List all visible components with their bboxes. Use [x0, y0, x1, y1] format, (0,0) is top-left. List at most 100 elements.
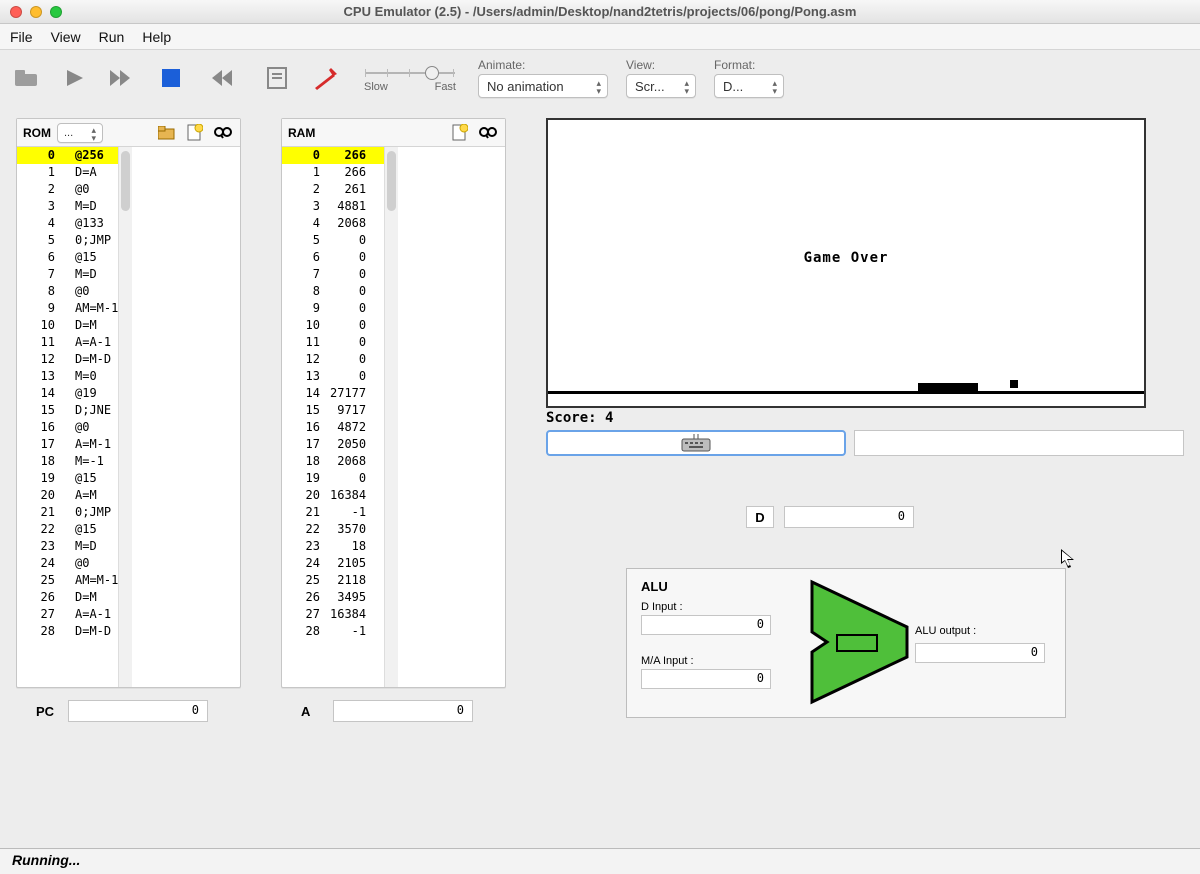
- alu-dinput-field[interactable]: 0: [641, 615, 771, 635]
- ram-row[interactable]: 80: [282, 283, 384, 300]
- rom-row[interactable]: 18M=-1: [17, 453, 118, 470]
- menu-help[interactable]: Help: [142, 29, 171, 45]
- rom-row[interactable]: 23M=D: [17, 538, 118, 555]
- ram-row[interactable]: 120: [282, 351, 384, 368]
- ram-new-file-icon[interactable]: [449, 122, 471, 144]
- alu-icon: [807, 577, 917, 707]
- ram-row[interactable]: 252118: [282, 572, 384, 589]
- ram-row[interactable]: 2318: [282, 538, 384, 555]
- ram-row[interactable]: 60: [282, 249, 384, 266]
- alu-output-label: ALU output :: [915, 625, 976, 637]
- rom-row[interactable]: 15D;JNE: [17, 402, 118, 419]
- ram-row[interactable]: 263495: [282, 589, 384, 606]
- format-value: D...: [723, 79, 743, 94]
- rom-row[interactable]: 17A=M-1: [17, 436, 118, 453]
- rom-row[interactable]: 4@133: [17, 215, 118, 232]
- rom-row[interactable]: 10D=M: [17, 317, 118, 334]
- rom-row[interactable]: 19@15: [17, 470, 118, 487]
- script-button[interactable]: [258, 58, 296, 98]
- format-label: Format:: [714, 58, 784, 72]
- stop-button[interactable]: [152, 58, 190, 98]
- menu-run[interactable]: Run: [99, 29, 125, 45]
- ram-row[interactable]: 70: [282, 266, 384, 283]
- rom-scrollbar[interactable]: [118, 147, 132, 687]
- breakpoint-button[interactable]: [306, 58, 344, 98]
- ram-row[interactable]: 90: [282, 300, 384, 317]
- ram-row[interactable]: 21-1: [282, 504, 384, 521]
- rom-row[interactable]: 20A=M: [17, 487, 118, 504]
- ram-row[interactable]: 242105: [282, 555, 384, 572]
- ram-row[interactable]: 182068: [282, 453, 384, 470]
- rom-row[interactable]: 24@0: [17, 555, 118, 572]
- animate-select[interactable]: No animation ▴▾: [478, 74, 608, 98]
- rom-row[interactable]: 50;JMP: [17, 232, 118, 249]
- rom-row[interactable]: 8@0: [17, 283, 118, 300]
- rom-row[interactable]: 14@19: [17, 385, 118, 402]
- view-select[interactable]: Scr... ▴▾: [626, 74, 696, 98]
- alu-mainput-field[interactable]: 0: [641, 669, 771, 689]
- rom-row[interactable]: 1D=A: [17, 164, 118, 181]
- new-file-icon[interactable]: [184, 122, 206, 144]
- ram-row[interactable]: 223570: [282, 521, 384, 538]
- ram-row[interactable]: 2016384: [282, 487, 384, 504]
- pc-field[interactable]: 0: [68, 700, 208, 722]
- ram-row[interactable]: 172050: [282, 436, 384, 453]
- search-icon[interactable]: [212, 122, 234, 144]
- ram-row[interactable]: 110: [282, 334, 384, 351]
- rom-row[interactable]: 28D=M-D: [17, 623, 118, 640]
- ram-row[interactable]: 100: [282, 317, 384, 334]
- format-select[interactable]: D... ▴▾: [714, 74, 784, 98]
- rom-row[interactable]: 7M=D: [17, 266, 118, 283]
- rom-row[interactable]: 11A=A-1: [17, 334, 118, 351]
- rom-row[interactable]: 26D=M: [17, 589, 118, 606]
- rom-row[interactable]: 210;JMP: [17, 504, 118, 521]
- rom-row[interactable]: 12D=M-D: [17, 351, 118, 368]
- ram-row[interactable]: 2261: [282, 181, 384, 198]
- load-button[interactable]: [8, 58, 46, 98]
- rom-row[interactable]: 25AM=M-1: [17, 572, 118, 589]
- rom-row[interactable]: 0@256: [17, 147, 118, 164]
- rom-row[interactable]: 9AM=M-1: [17, 300, 118, 317]
- ram-row[interactable]: 42068: [282, 215, 384, 232]
- rom-row[interactable]: 27A=A-1: [17, 606, 118, 623]
- ram-row[interactable]: 130: [282, 368, 384, 385]
- rom-format-select[interactable]: ...▴▾: [57, 123, 103, 143]
- rom-row[interactable]: 3M=D: [17, 198, 118, 215]
- ram-row[interactable]: 1266: [282, 164, 384, 181]
- rom-panel: ROM ...▴▾ 0@2561D=A2@03M=D4@13350;JMP6@1…: [16, 118, 241, 688]
- ram-row[interactable]: 190: [282, 470, 384, 487]
- rewind-button[interactable]: [200, 58, 238, 98]
- ram-row[interactable]: 50: [282, 232, 384, 249]
- ram-scrollbar[interactable]: [384, 147, 398, 687]
- score-text: Score: 4: [546, 410, 1184, 426]
- ram-row[interactable]: 164872: [282, 419, 384, 436]
- titlebar: CPU Emulator (2.5) - /Users/admin/Deskto…: [0, 0, 1200, 24]
- keyboard-input[interactable]: [546, 430, 846, 456]
- ram-row[interactable]: 159717: [282, 402, 384, 419]
- ram-row[interactable]: 34881: [282, 198, 384, 215]
- fast-forward-button[interactable]: [104, 58, 142, 98]
- d-field[interactable]: 0: [784, 506, 914, 528]
- view-label: View:: [626, 58, 696, 72]
- ram-row[interactable]: 1427177: [282, 385, 384, 402]
- alu-mainput-label: M/A Input :: [641, 655, 771, 667]
- menubar: File View Run Help: [0, 24, 1200, 50]
- rom-row[interactable]: 16@0: [17, 419, 118, 436]
- menu-file[interactable]: File: [10, 29, 33, 45]
- a-field[interactable]: 0: [333, 700, 473, 722]
- menu-view[interactable]: View: [51, 29, 81, 45]
- rom-row[interactable]: 22@15: [17, 521, 118, 538]
- rom-row[interactable]: 13M=0: [17, 368, 118, 385]
- alu-output-field[interactable]: 0: [915, 643, 1045, 663]
- paddle: [918, 383, 978, 391]
- speed-slider[interactable]: Slow Fast: [360, 63, 460, 93]
- rom-row[interactable]: 6@15: [17, 249, 118, 266]
- rom-row[interactable]: 2@0: [17, 181, 118, 198]
- ram-search-icon[interactable]: [477, 122, 499, 144]
- ram-row[interactable]: 2716384: [282, 606, 384, 623]
- keyboard-icon: [681, 434, 711, 452]
- open-file-icon[interactable]: [156, 122, 178, 144]
- ram-row[interactable]: 0266: [282, 147, 384, 164]
- step-button[interactable]: [56, 58, 94, 98]
- ram-row[interactable]: 28-1: [282, 623, 384, 640]
